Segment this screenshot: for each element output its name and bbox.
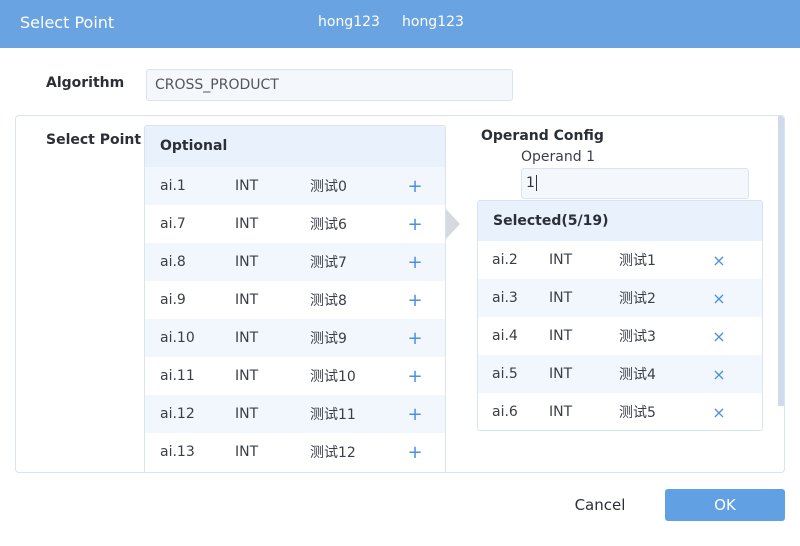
optional-list: Optional ai.1 INT 测试0 + ai.7 INT 测试6 + a… [144, 125, 446, 472]
select-point-panel: Select Point Optional ai.1 INT 测试0 + ai.… [15, 115, 785, 473]
point-id: ai.13 [160, 444, 195, 460]
list-item: ai.11 INT 测试10 + [145, 357, 445, 395]
point-type: INT [235, 178, 259, 194]
add-icon[interactable]: + [400, 404, 430, 425]
operand1-label: Operand 1 [521, 149, 595, 165]
dialog-title: Select Point [20, 13, 115, 32]
list-item: ai.12 INT 测试11 + [145, 395, 445, 433]
remove-icon[interactable]: × [704, 365, 734, 384]
point-id: ai.11 [160, 368, 195, 384]
selected-list-header: Selected(5/19) [478, 201, 762, 241]
point-type: INT [549, 404, 573, 420]
remove-icon[interactable]: × [704, 403, 734, 422]
list-item: ai.1 INT 测试0 + [145, 167, 445, 205]
user-label: hong123 [318, 14, 380, 30]
point-id: ai.9 [160, 292, 186, 308]
point-type: INT [549, 366, 573, 382]
point-id: ai.7 [160, 216, 186, 232]
point-type: INT [235, 330, 259, 346]
operand1-value: 1 [526, 175, 535, 191]
list-item: ai.9 INT 测试8 + [145, 281, 445, 319]
remove-icon[interactable]: × [704, 289, 734, 308]
point-name: 测试10 [310, 369, 356, 385]
point-id: ai.8 [160, 254, 186, 270]
point-name: 测试11 [310, 407, 356, 423]
point-id: ai.5 [492, 366, 518, 382]
point-id: ai.10 [160, 330, 195, 346]
point-type: INT [235, 292, 259, 308]
list-item: ai.10 INT 测试9 + [145, 319, 445, 357]
point-name: 测试9 [310, 331, 347, 347]
point-type: INT [235, 406, 259, 422]
selected-rows: ai.2 INT 测试1 × ai.3 INT 测试2 × ai.4 INT 测… [478, 241, 762, 430]
algorithm-input[interactable]: CROSS_PRODUCT [146, 69, 513, 101]
point-name: 测试8 [310, 293, 347, 309]
point-id: ai.3 [492, 290, 518, 306]
point-name: 测试6 [310, 217, 347, 233]
list-item: ai.8 INT 测试7 + [145, 243, 445, 281]
remove-icon[interactable]: × [704, 251, 734, 270]
algorithm-label: Algorithm [46, 75, 125, 91]
remove-icon[interactable]: × [704, 327, 734, 346]
point-name: 测试3 [619, 329, 656, 345]
point-id: ai.6 [492, 404, 518, 420]
ok-button[interactable]: OK [665, 489, 785, 521]
list-item: ai.2 INT 测试1 × [478, 241, 762, 279]
add-icon[interactable]: + [400, 214, 430, 235]
list-item: ai.6 INT 测试5 × [478, 393, 762, 430]
point-id: ai.12 [160, 406, 195, 422]
optional-list-header: Optional [145, 126, 445, 167]
add-icon[interactable]: + [400, 290, 430, 311]
point-id: ai.2 [492, 252, 518, 268]
operand-config-label: Operand Config [481, 128, 604, 144]
point-type: INT [549, 290, 573, 306]
point-name: 测试0 [310, 179, 347, 195]
operand1-input[interactable]: 1 [521, 168, 749, 199]
point-name: 测试7 [310, 255, 347, 271]
selected-list: Selected(5/19) ai.2 INT 测试1 × ai.3 INT 测… [477, 200, 763, 431]
list-item: ai.4 INT 测试3 × [478, 317, 762, 355]
point-name: 测试1 [619, 253, 656, 269]
list-item: ai.7 INT 测试6 + [145, 205, 445, 243]
point-name: 测试5 [619, 405, 656, 421]
optional-rows: ai.1 INT 测试0 + ai.7 INT 测试6 + ai.8 INT 测… [145, 167, 445, 471]
point-id: ai.4 [492, 328, 518, 344]
select-point-label: Select Point [46, 132, 142, 148]
dialog-titlebar: Select Point hong123 hong123 [0, 0, 800, 48]
add-icon[interactable]: + [400, 328, 430, 349]
add-icon[interactable]: + [400, 442, 430, 463]
point-type: INT [235, 368, 259, 384]
point-type: INT [235, 216, 259, 232]
transfer-arrow-icon [446, 209, 460, 239]
point-type: INT [235, 444, 259, 460]
list-item: ai.3 INT 测试2 × [478, 279, 762, 317]
text-cursor [535, 175, 537, 191]
point-type: INT [235, 254, 259, 270]
list-item: ai.5 INT 测试4 × [478, 355, 762, 393]
point-name: 测试12 [310, 445, 356, 461]
list-item: ai.13 INT 测试12 + [145, 433, 445, 471]
add-icon[interactable]: + [400, 252, 430, 273]
point-type: INT [549, 252, 573, 268]
point-name: 测试4 [619, 367, 656, 383]
point-id: ai.1 [160, 178, 186, 194]
point-type: INT [549, 328, 573, 344]
add-icon[interactable]: + [400, 176, 430, 197]
panel-scrollbar[interactable] [778, 116, 784, 406]
point-name: 测试2 [619, 291, 656, 307]
add-icon[interactable]: + [400, 366, 430, 387]
user-label: hong123 [402, 14, 464, 30]
cancel-button[interactable]: Cancel [560, 489, 640, 521]
